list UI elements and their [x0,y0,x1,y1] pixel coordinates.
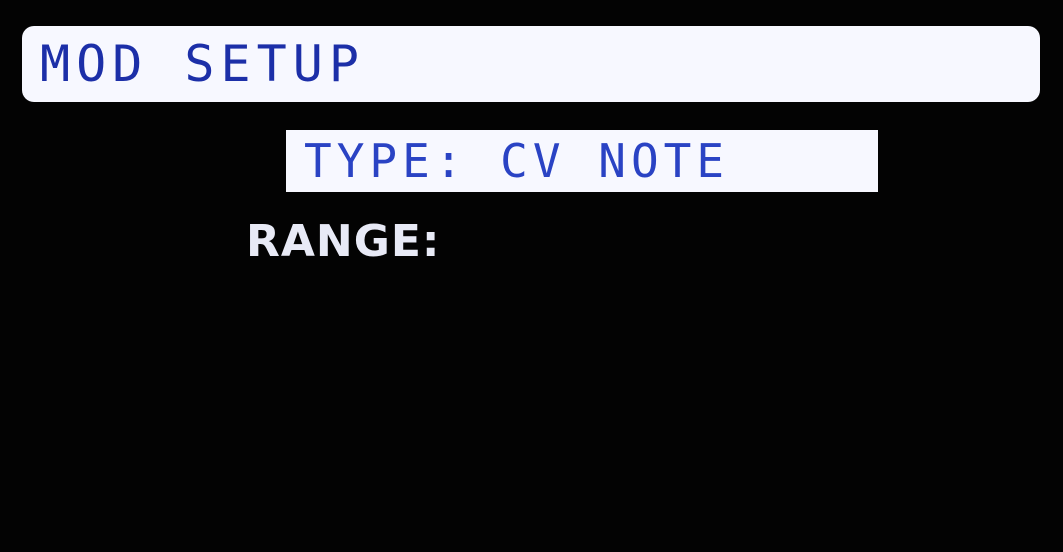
page-title: MOD SETUP [40,35,365,93]
menu-item-range-label: RANGE: [246,216,441,267]
menu-item-type[interactable]: TYPE: CV NOTE [286,130,878,192]
oled-screen: MOD SETUP TYPE: CV NOTE RANGE: [0,0,1063,552]
menu-item-range[interactable]: RANGE: [246,214,441,270]
menu-item-type-label: TYPE: CV NOTE [304,134,730,188]
title-bar: MOD SETUP [22,26,1040,102]
